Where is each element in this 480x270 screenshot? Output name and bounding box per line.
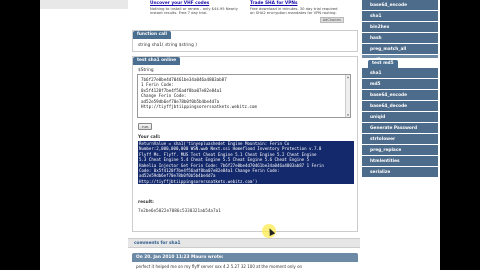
- sidebar: base64_encode sha1 bin2hex hash preg_mat…: [362, 0, 438, 270]
- comments-header: comments for sha1: [128, 238, 360, 248]
- function-call-tab: function call: [133, 31, 171, 39]
- sidebar-item-label: Generate Password: [370, 126, 418, 131]
- sidebar-item[interactable]: hash: [362, 33, 438, 44]
- call-output[interactable]: ReturnValue = sha1('tinyepluashedet Engi…: [138, 141, 354, 187]
- sidebar-item-label: preg_match_all: [370, 47, 407, 52]
- sidebar-item-label: md5: [370, 82, 381, 87]
- left-black-bar: [0, 0, 40, 270]
- result-label: result:: [138, 200, 154, 205]
- sidebar-item-label: sha1: [370, 71, 382, 76]
- sidebar-item-label: htmlentities: [370, 159, 400, 164]
- output-line: Http://tiyffjbtiippingsorersnatkets.webi…: [138, 178, 354, 185]
- input-scrollbar[interactable]: ▲ ▼: [345, 75, 350, 117]
- sidebar-item[interactable]: Generate Password: [362, 123, 438, 134]
- sidebar-item[interactable]: strtolower: [362, 134, 438, 145]
- right-black-bar: [440, 0, 480, 270]
- sidebar-item[interactable]: uniqid: [362, 112, 438, 123]
- sidebar-item-label: base64_encode: [370, 93, 408, 98]
- sidebar-item[interactable]: htmlentities: [362, 156, 438, 167]
- sidebar-item[interactable]: preg_replace: [362, 145, 438, 156]
- comment-header: On 20. Jan 2010 11:23 Mauro wrote:: [132, 253, 358, 262]
- input-line: Http://tiyffjbtiippingsorersnatkets.webi…: [141, 104, 257, 110]
- run-button[interactable]: run: [138, 123, 153, 130]
- sidebar-item[interactable]: base64_encode: [362, 0, 438, 11]
- sidebar-item-label: uniqid: [370, 115, 386, 120]
- comments-title[interactable]: comments for sha1: [134, 241, 180, 246]
- ad-left-title[interactable]: Uncover your VHF codes: [150, 1, 242, 6]
- sidebar-item-label: hash: [370, 36, 382, 41]
- sidebar-item-label: bin2hex: [370, 25, 390, 30]
- test-online-panel: test sha1 online $String 7b6f27e0be4d704…: [132, 56, 358, 232]
- sidebar-item[interactable]: bin2hex: [362, 22, 438, 33]
- scroll-up-icon[interactable]: ▲: [346, 75, 350, 79]
- sidebar-item-label: serialize: [370, 170, 391, 175]
- ad-right[interactable]: Trade SHA for VPNs Free download in minu…: [250, 1, 342, 16]
- result-value: 7e2be6e5022e7086c5330321ab54a7a1: [138, 209, 221, 214]
- sidebar-item-label: base64_decode: [370, 104, 408, 109]
- ad-block: Uncover your VHF codes Nothing to instal…: [148, 0, 346, 24]
- sidebar-item[interactable]: md5: [362, 79, 438, 90]
- cursor-highlight-icon: [262, 224, 276, 238]
- sidebar-item[interactable]: sha1: [362, 68, 438, 79]
- string-input[interactable]: 7b6f27e0be4d70461be34a046a4803ab87 1 Fer…: [137, 74, 351, 118]
- sidebar-item-label: strtolower: [370, 137, 396, 142]
- sidebar-section-tab: test md5: [368, 60, 398, 68]
- test-online-tab: test sha1 online: [133, 57, 181, 65]
- top-left-strip: [40, 0, 128, 9]
- sidebar-section-head: test md5: [362, 58, 438, 68]
- sidebar-item[interactable]: sha1: [362, 11, 438, 22]
- function-call-panel: function call string sha1( string $strin…: [132, 30, 358, 52]
- ad-right-desc: Free download in minutes. 30 day trial r…: [250, 7, 338, 16]
- sidebar-item[interactable]: base64_decode: [362, 101, 438, 112]
- sidebar-item-label: preg_replace: [370, 148, 402, 153]
- sidebar-item[interactable]: serialize: [362, 167, 438, 178]
- sidebar-item-label: base64_encode: [370, 3, 408, 8]
- ad-left[interactable]: Uncover your VHF codes Nothing to instal…: [150, 1, 242, 16]
- sidebar-item[interactable]: preg_match_all: [362, 44, 438, 55]
- adchoices-badge[interactable]: AdChoices: [319, 17, 344, 23]
- sidebar-item-label: sha1: [370, 14, 382, 19]
- sidebar-item[interactable]: base64_encode: [362, 90, 438, 101]
- comment-author: On 20. Jan 2010 11:23 Mauro wrote:: [136, 255, 224, 260]
- input-label: $String: [138, 68, 154, 73]
- comment-text: perfect it helped me on my flyff server …: [136, 264, 303, 269]
- ad-right-title[interactable]: Trade SHA for VPNs: [250, 1, 342, 6]
- call-label: Your call:: [138, 135, 161, 140]
- function-signature: string sha1( string $string ): [138, 43, 197, 48]
- scroll-down-icon[interactable]: ▼: [346, 113, 350, 117]
- ad-left-desc: Nothing to install or renew - only $44.9…: [150, 7, 238, 16]
